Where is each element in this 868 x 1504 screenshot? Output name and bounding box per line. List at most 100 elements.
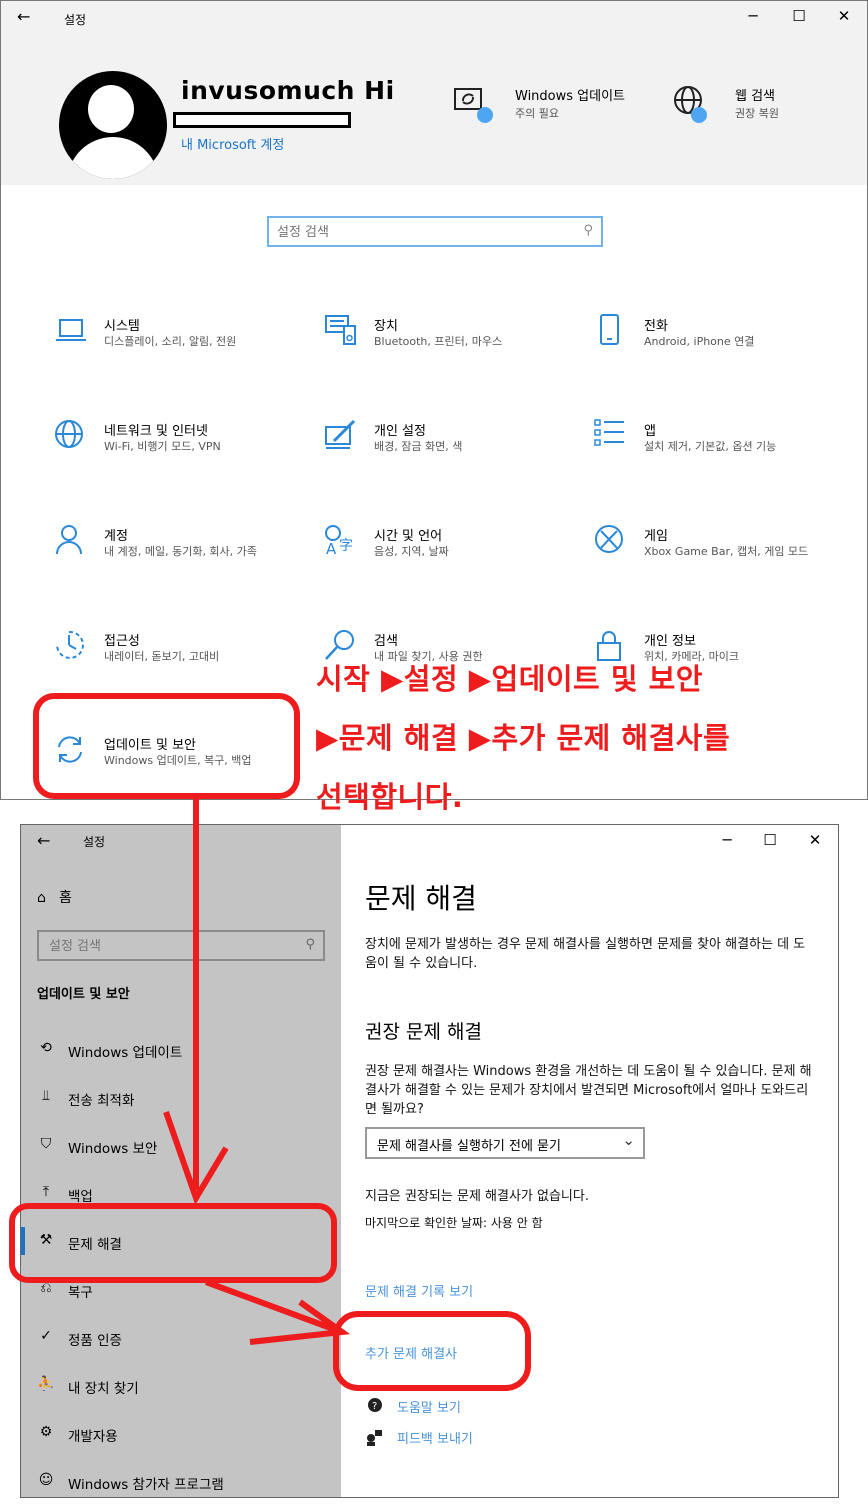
sidebar-item-activation[interactable]: ✓ 정품 인증 bbox=[37, 1328, 337, 1354]
backup-arrow-icon: ⤒ bbox=[42, 1184, 50, 1200]
category-title: 시스템 bbox=[104, 319, 140, 334]
category-title: 장치 bbox=[374, 319, 398, 334]
sidebar-item-find-device[interactable]: ⛹ 내 장치 찾기 bbox=[37, 1376, 337, 1402]
sidebar: ← 설정 ⌂홈 ⚲ 업데이트 및 보안 ⟲ Windows 업데이트 ⫫ 전송 … bbox=[21, 825, 341, 1497]
category-accounts[interactable]: 계정 내 계정, 메일, 동기화, 회사, 가족 bbox=[54, 524, 304, 584]
sidebar-item-label: 백업 bbox=[68, 1189, 93, 1205]
close-icon[interactable]: ✕ bbox=[834, 7, 854, 25]
sidebar-item-backup[interactable]: ⤒ 백업 bbox=[37, 1184, 337, 1210]
insider-cat-icon: ☺ bbox=[38, 1472, 54, 1488]
search-input[interactable] bbox=[277, 222, 567, 242]
svg-text:?: ? bbox=[372, 1401, 377, 1412]
sidebar-item-label: 전송 최적화 bbox=[68, 1093, 135, 1109]
category-subtitle: 배경, 잠금 화면, 색 bbox=[374, 440, 463, 453]
title-bar: ← 설정 ─ ☐ ✕ bbox=[1, 1, 867, 35]
troubleshoot-preference-select[interactable]: 문제 해결사를 실행하기 전에 묻기 ⌄ bbox=[365, 1127, 645, 1159]
minimize-icon[interactable]: ─ bbox=[717, 831, 737, 849]
category-devices[interactable]: 장치 Bluetooth, 프린터, 마우스 bbox=[324, 314, 574, 374]
page-title: 문제 해결 bbox=[365, 882, 477, 915]
category-subtitle: Wi-Fi, 비행기 모드, VPN bbox=[104, 440, 221, 453]
category-title: 업데이트 및 보안 bbox=[104, 738, 196, 753]
annotation-line-2: ▶문제 해결 ▶추가 문제 해결사를 bbox=[316, 721, 731, 755]
accessibility-icon bbox=[56, 630, 84, 659]
search-input[interactable] bbox=[49, 937, 289, 955]
home-icon: ⌂ bbox=[37, 890, 46, 906]
sidebar-item-windows-security[interactable]: ⛉ Windows 보안 bbox=[37, 1136, 337, 1162]
troubleshoot-history-link[interactable]: 문제 해결 기록 보기 bbox=[365, 1281, 473, 1300]
minimize-icon[interactable]: ─ bbox=[743, 7, 763, 25]
maximize-icon[interactable]: ☐ bbox=[760, 831, 780, 849]
globe-icon bbox=[55, 420, 83, 448]
category-title: 전화 bbox=[644, 319, 668, 334]
close-icon[interactable]: ✕ bbox=[805, 831, 825, 849]
quick-subtitle: 주의 필요 bbox=[515, 107, 559, 120]
category-personalization[interactable]: 개인 설정 배경, 잠금 화면, 색 bbox=[324, 419, 574, 479]
quick-title: Windows 업데이트 bbox=[515, 89, 626, 104]
troubleshoot-window: ← 설정 ⌂홈 ⚲ 업데이트 및 보안 ⟲ Windows 업데이트 ⫫ 전송 … bbox=[20, 824, 839, 1498]
select-value: 문제 해결사를 실행하기 전에 묻기 bbox=[377, 1139, 561, 1154]
sidebar-item-label: Windows 보안 bbox=[68, 1141, 158, 1157]
annotation-line-3: 선택합니다. bbox=[316, 780, 464, 814]
category-title: 개인 설정 bbox=[374, 424, 426, 439]
category-title: 접근성 bbox=[104, 634, 140, 649]
additional-troubleshooters-link[interactable]: 추가 문제 해결사 bbox=[365, 1343, 457, 1362]
sidebar-item-recovery[interactable]: ⎌ 복구 bbox=[37, 1280, 337, 1306]
annotation-line-1: 시작 ▶설정 ▶업데이트 및 보안 bbox=[316, 662, 703, 696]
avatar-head bbox=[88, 85, 134, 133]
category-subtitle: 내 계정, 메일, 동기화, 회사, 가족 bbox=[104, 545, 257, 558]
settings-search-box[interactable]: ⚲ bbox=[267, 216, 603, 247]
help-chat-icon: ? bbox=[368, 1398, 382, 1412]
category-subtitle: 내레이터, 돋보기, 고대비 bbox=[104, 650, 220, 663]
avatar[interactable] bbox=[59, 71, 167, 179]
chevron-down-icon: ⌄ bbox=[622, 1131, 635, 1149]
sidebar-item-troubleshoot[interactable]: ⚒ 문제 해결 bbox=[37, 1232, 337, 1258]
sidebar-item-windows-update[interactable]: ⟲ Windows 업데이트 bbox=[37, 1040, 337, 1066]
svg-text:A: A bbox=[326, 540, 337, 558]
sidebar-item-label: Windows 참가자 프로그램 bbox=[68, 1477, 224, 1493]
category-time-language[interactable]: A 字 시간 및 언어 음성, 지역, 날짜 bbox=[324, 524, 574, 584]
find-device-icon: ⛹ bbox=[37, 1376, 55, 1392]
window-title: 설정 bbox=[64, 13, 87, 27]
category-title: 시간 및 언어 bbox=[374, 529, 443, 544]
shield-icon: ⛉ bbox=[40, 1136, 52, 1152]
sidebar-item-developers[interactable]: ⚙ 개발자용 bbox=[37, 1424, 337, 1450]
category-title: 앱 bbox=[644, 424, 656, 439]
category-update-security[interactable]: 업데이트 및 보안 Windows 업데이트, 복구, 백업 bbox=[54, 733, 304, 793]
sidebar-item-delivery-optimization[interactable]: ⫫ 전송 최적화 bbox=[37, 1088, 337, 1114]
phone-icon bbox=[600, 314, 619, 345]
maximize-icon[interactable]: ☐ bbox=[789, 7, 809, 25]
home-nav[interactable]: ⌂ 홈 bbox=[37, 887, 72, 907]
microsoft-account-link[interactable]: 내 Microsoft 계정 bbox=[181, 134, 284, 153]
category-accessibility[interactable]: 접근성 내레이터, 돋보기, 고대비 bbox=[54, 629, 304, 689]
sync-icon: ⟲ bbox=[40, 1040, 52, 1056]
intro-text: 장치에 문제가 발생하는 경우 문제 해결사를 실행하면 문제를 찾아 해결하는… bbox=[365, 937, 806, 971]
back-arrow-icon[interactable]: ← bbox=[17, 7, 30, 26]
category-title: 계정 bbox=[104, 529, 128, 544]
recommended-heading: 권장 문제 해결 bbox=[365, 1021, 482, 1043]
category-phone[interactable]: 전화 Android, iPhone 연결 bbox=[594, 314, 844, 374]
sidebar-search-box[interactable]: ⚲ bbox=[37, 930, 325, 961]
main-content: ─ ☐ ✕ 문제 해결 장치에 문제가 발생하는 경우 문제 해결사를 실행하면… bbox=[341, 825, 838, 1497]
sidebar-item-label: Windows 업데이트 bbox=[68, 1045, 183, 1061]
last-checked-text: 마지막으로 확인한 날짜: 사용 안 함 bbox=[365, 1216, 543, 1230]
sidebar-item-label: 복구 bbox=[68, 1285, 93, 1301]
category-system[interactable]: 시스템 디스플레이, 소리, 알림, 전원 bbox=[54, 314, 304, 374]
window-title: 설정 bbox=[83, 835, 106, 849]
recovery-icon: ⎌ bbox=[40, 1280, 52, 1296]
category-apps[interactable]: 앱 설치 제거, 기본값, 옵션 기능 bbox=[594, 419, 844, 479]
category-title: 검색 bbox=[374, 634, 398, 649]
feedback-icon bbox=[367, 1430, 382, 1446]
home-label: 홈 bbox=[59, 890, 72, 906]
category-gaming[interactable]: 게임 Xbox Game Bar, 캡처, 게임 모드 bbox=[594, 524, 844, 584]
category-network[interactable]: 네트워크 및 인터넷 Wi-Fi, 비행기 모드, VPN bbox=[54, 419, 304, 479]
section-header: 업데이트 및 보안 bbox=[37, 987, 130, 1002]
check-circle-icon: ✓ bbox=[40, 1328, 52, 1344]
update-sync-icon bbox=[58, 736, 82, 763]
feedback-label: 피드백 보내기 bbox=[397, 1432, 473, 1447]
sidebar-item-label: 정품 인증 bbox=[68, 1333, 122, 1349]
sidebar-item-insider[interactable]: ☺ Windows 참가자 프로그램 bbox=[37, 1472, 337, 1497]
back-arrow-icon[interactable]: ← bbox=[37, 831, 50, 850]
sidebar-item-label: 내 장치 찾기 bbox=[68, 1381, 139, 1397]
wrench-icon: ⚒ bbox=[39, 1232, 53, 1248]
personalization-icon bbox=[325, 419, 356, 449]
